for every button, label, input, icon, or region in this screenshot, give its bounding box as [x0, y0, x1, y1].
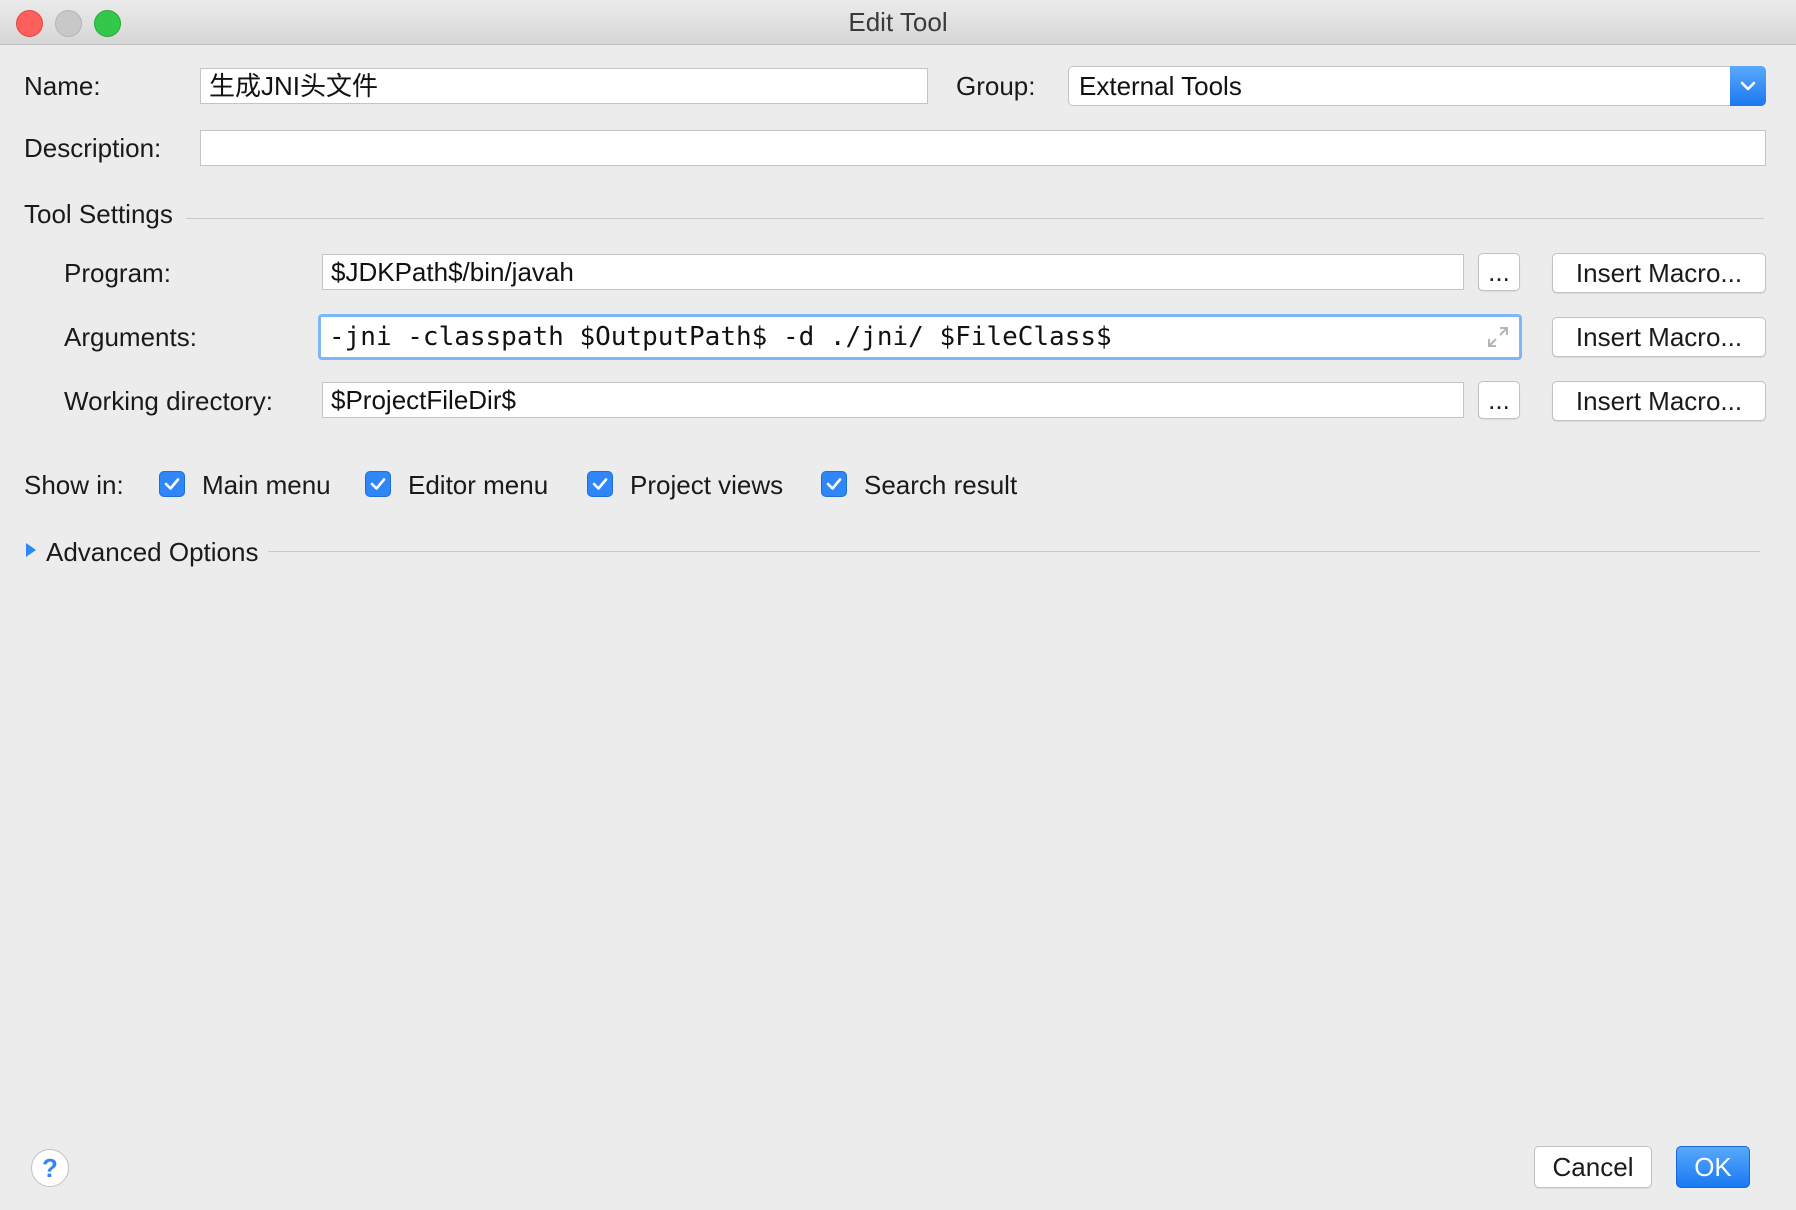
- main-menu-checkbox-label[interactable]: Main menu: [202, 470, 331, 501]
- program-browse-button[interactable]: ...: [1478, 253, 1520, 291]
- search-result-checkbox[interactable]: [821, 471, 847, 497]
- arguments-input[interactable]: -jni -classpath $OutputPath$ -d ./jni/ $…: [318, 314, 1522, 360]
- checkmark-icon: [370, 478, 386, 490]
- project-views-checkbox[interactable]: [587, 471, 613, 497]
- main-menu-checkbox[interactable]: [159, 471, 185, 497]
- group-select-arrow[interactable]: [1730, 66, 1766, 106]
- search-result-checkbox-label[interactable]: Search result: [864, 470, 1017, 501]
- program-label: Program:: [64, 258, 171, 288]
- description-input[interactable]: [200, 130, 1766, 166]
- checkmark-icon: [592, 478, 608, 490]
- checkmark-icon: [164, 478, 180, 490]
- working-directory-label: Working directory:: [64, 386, 274, 416]
- group-select[interactable]: External Tools: [1068, 66, 1766, 106]
- expand-icon[interactable]: [1484, 323, 1512, 351]
- checkmark-icon: [826, 478, 842, 490]
- editor-menu-checkbox[interactable]: [365, 471, 391, 497]
- expand-triangle-icon[interactable]: [24, 542, 38, 558]
- show-in-label: Show in:: [24, 470, 124, 500]
- working-directory-input[interactable]: $ProjectFileDir$: [322, 382, 1464, 418]
- group-label: Group:: [956, 71, 1036, 101]
- title-bar: Edit Tool: [0, 0, 1796, 45]
- cancel-button[interactable]: Cancel: [1534, 1146, 1652, 1188]
- help-button[interactable]: ?: [31, 1149, 69, 1187]
- name-input[interactable]: 生成JNI头文件: [200, 68, 928, 104]
- arguments-label: Arguments:: [64, 322, 197, 352]
- window-title: Edit Tool: [848, 7, 948, 37]
- chevron-down-icon: [1740, 81, 1756, 91]
- program-insert-macro-button[interactable]: Insert Macro...: [1552, 253, 1766, 293]
- ok-button[interactable]: OK: [1676, 1146, 1750, 1188]
- working-directory-insert-macro-button[interactable]: Insert Macro...: [1552, 381, 1766, 421]
- project-views-checkbox-label[interactable]: Project views: [630, 470, 783, 501]
- arguments-insert-macro-button[interactable]: Insert Macro...: [1552, 317, 1766, 357]
- description-label: Description:: [24, 133, 162, 163]
- program-input[interactable]: $JDKPath$/bin/javah: [322, 254, 1464, 290]
- advanced-options-toggle[interactable]: Advanced Options: [46, 537, 258, 568]
- advanced-options-divider: [268, 551, 1760, 552]
- working-directory-browse-button[interactable]: ...: [1478, 381, 1520, 419]
- tool-settings-heading: Tool Settings: [24, 199, 173, 229]
- name-label: Name:: [24, 71, 101, 101]
- editor-menu-checkbox-label[interactable]: Editor menu: [408, 470, 548, 501]
- tool-settings-divider: [186, 218, 1764, 219]
